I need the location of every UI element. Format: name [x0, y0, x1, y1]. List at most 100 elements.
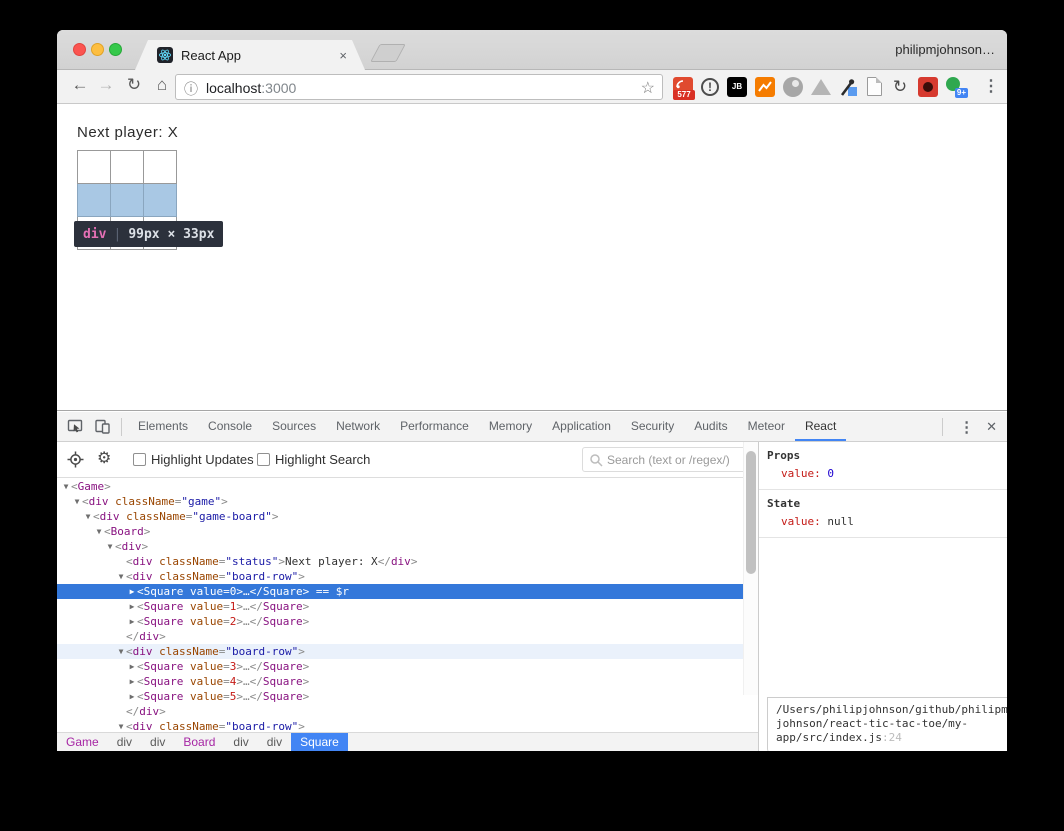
fireball-icon[interactable] [783, 77, 803, 97]
browser-tab[interactable]: React App × [135, 40, 365, 70]
disclosure-right-icon[interactable]: ▶ [127, 674, 137, 689]
breadcrumb-item-div[interactable]: div [224, 733, 257, 751]
scrollbar[interactable] [743, 442, 758, 695]
scrollbar-thumb[interactable] [746, 451, 756, 574]
tree-node[interactable]: ▶<Square value=3>…</Square> [57, 659, 758, 674]
minimize-window-button[interactable] [91, 43, 104, 56]
tree-node-text: Square [263, 585, 303, 598]
breadcrumb-item-div[interactable]: div [108, 733, 141, 751]
home-button[interactable]: ⌂ [151, 75, 173, 95]
close-window-button[interactable] [73, 43, 86, 56]
tree-node[interactable]: </div> [57, 629, 758, 644]
document-icon[interactable] [867, 77, 882, 96]
disclosure-down-icon[interactable]: ▼ [116, 569, 126, 584]
tree-node[interactable]: ▼<div> [57, 539, 758, 554]
tree-node[interactable]: ▼<div className="game-board"> [57, 509, 758, 524]
search-box[interactable] [582, 447, 754, 472]
tab-audits[interactable]: Audits [684, 412, 737, 441]
devtools-more-icon[interactable]: ⋮ [951, 418, 982, 436]
tree-node[interactable]: ▶<Square value=5>…</Square> [57, 689, 758, 704]
tree-node[interactable]: ▶<Square value=0>…</Square> == $r [57, 584, 758, 599]
analytics-icon[interactable] [755, 77, 775, 97]
board-square[interactable] [78, 151, 111, 184]
board-square[interactable] [78, 184, 111, 217]
property-row[interactable]: value: 0 [767, 466, 999, 481]
tree-node[interactable]: ▼<div className="board-row"> [57, 569, 758, 584]
jetbrains-icon[interactable]: JB [727, 77, 747, 97]
disclosure-right-icon[interactable]: ▶ [127, 659, 137, 674]
bookmark-star-icon[interactable]: ☆ [641, 78, 655, 98]
reload-button[interactable]: ↻ [123, 75, 145, 95]
tree-node[interactable]: ▼<Board> [57, 524, 758, 539]
tree-node[interactable]: </div> [57, 704, 758, 719]
board-square[interactable] [111, 184, 144, 217]
url-text[interactable]: localhost:3000 [206, 80, 296, 96]
tab-react[interactable]: React [795, 412, 846, 441]
history-icon[interactable]: ↻ [890, 77, 910, 97]
profile-name[interactable]: philipmjohnson… [895, 42, 995, 57]
disclosure-right-icon[interactable]: ▶ [127, 599, 137, 614]
tab-meteor[interactable]: Meteor [738, 412, 795, 441]
browser-menu-icon[interactable]: ⋮ [983, 76, 999, 96]
tab-console[interactable]: Console [198, 412, 262, 441]
breadcrumb-item-game[interactable]: Game [57, 733, 108, 751]
disclosure-down-icon[interactable]: ▼ [116, 644, 126, 659]
disclosure-right-icon[interactable]: ▶ [127, 689, 137, 704]
colorpicker-icon[interactable] [839, 77, 859, 97]
disclosure-right-icon[interactable]: ▶ [127, 584, 137, 599]
search-input[interactable] [607, 448, 751, 471]
breadcrumb-item-square[interactable]: Square [291, 733, 348, 751]
highlight-updates-checkbox[interactable]: Highlight Updates [133, 452, 254, 467]
tab-application[interactable]: Application [542, 412, 621, 441]
alert-icon[interactable]: ! [701, 78, 719, 96]
breadcrumb-item-div[interactable]: div [141, 733, 174, 751]
board-square[interactable] [144, 184, 177, 217]
inspect-element-icon[interactable] [67, 418, 84, 435]
address-bar[interactable]: ⓘ localhost:3000 ☆ [175, 74, 663, 100]
tree-node[interactable]: ▼<div className="board-row"> [57, 719, 758, 732]
board-square[interactable] [111, 151, 144, 184]
disclosure-down-icon[interactable]: ▼ [105, 539, 115, 554]
tree-node[interactable]: ▶<Square value=4>…</Square> [57, 674, 758, 689]
tab-performance[interactable]: Performance [390, 412, 479, 441]
notifier-icon[interactable]: 9+ [946, 77, 966, 97]
device-toolbar-icon[interactable] [94, 418, 111, 435]
tab-memory[interactable]: Memory [479, 412, 542, 441]
tab-close-icon[interactable]: × [339, 48, 347, 63]
tree-node[interactable]: <div className="status">Next player: X</… [57, 554, 758, 569]
page-info-icon[interactable]: ⓘ [184, 79, 198, 99]
forward-button[interactable]: → [95, 75, 117, 95]
drive-icon[interactable] [811, 79, 831, 95]
highlight-search-checkbox[interactable]: Highlight Search [257, 452, 370, 467]
source-file-path[interactable]: /Users/philipjohnson/github/philipmjohns… [767, 697, 1007, 751]
tree-node[interactable]: ▼<div className="board-row"> [57, 644, 758, 659]
tab-security[interactable]: Security [621, 412, 684, 441]
back-button[interactable]: ← [69, 75, 91, 95]
checkbox-icon[interactable] [257, 453, 270, 466]
disclosure-down-icon[interactable]: ▼ [116, 719, 126, 732]
tree-node[interactable]: ▶<Square value=1>…</Square> [57, 599, 758, 614]
board-square[interactable] [144, 151, 177, 184]
tab-network[interactable]: Network [326, 412, 390, 441]
disclosure-down-icon[interactable]: ▼ [83, 509, 93, 524]
rss-icon[interactable]: 577 [673, 77, 693, 97]
disclosure-down-icon[interactable]: ▼ [72, 494, 82, 509]
bug-icon[interactable] [918, 77, 938, 97]
checkbox-icon[interactable] [133, 453, 146, 466]
new-tab-button[interactable] [370, 44, 406, 62]
disclosure-right-icon[interactable]: ▶ [127, 614, 137, 629]
devtools-close-icon[interactable]: ✕ [982, 419, 1007, 435]
select-element-icon[interactable] [67, 451, 84, 468]
breadcrumb-item-board[interactable]: Board [174, 733, 224, 751]
property-row[interactable]: value: null [767, 514, 999, 529]
disclosure-down-icon[interactable]: ▼ [61, 479, 71, 494]
tree-node[interactable]: ▼<div className="game"> [57, 494, 758, 509]
breadcrumb-item-div[interactable]: div [258, 733, 291, 751]
gear-icon[interactable]: ⚙ [97, 448, 111, 468]
tree-node[interactable]: ▶<Square value=2>…</Square> [57, 614, 758, 629]
tab-sources[interactable]: Sources [262, 412, 326, 441]
tree-node[interactable]: ▼<Game> [57, 479, 758, 494]
disclosure-down-icon[interactable]: ▼ [94, 524, 104, 539]
tab-elements[interactable]: Elements [128, 412, 198, 441]
zoom-window-button[interactable] [109, 43, 122, 56]
